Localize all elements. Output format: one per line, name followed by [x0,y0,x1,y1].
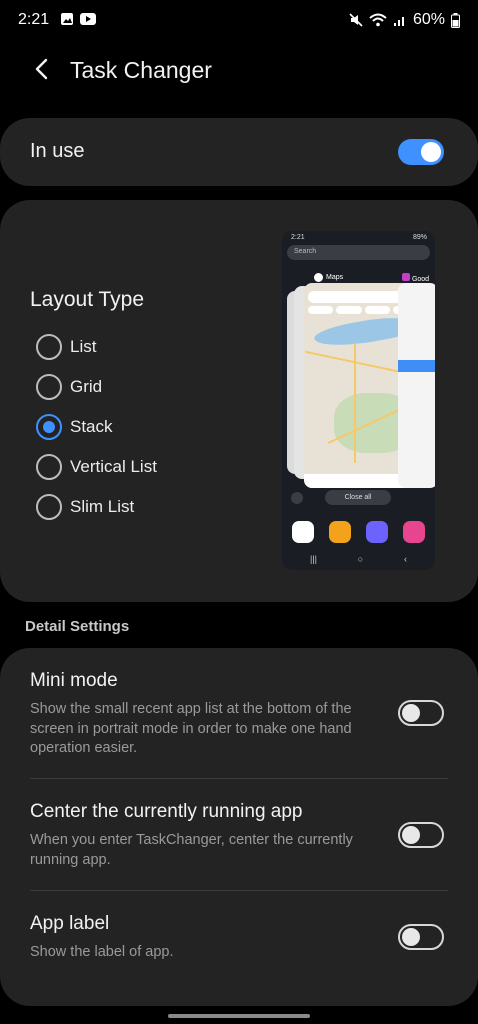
back-arrow-icon [35,58,48,80]
preview-battery: 89% [412,234,427,241]
maps-app-icon [292,521,314,543]
home-indicator[interactable] [168,1014,310,1018]
status-time: 2:21 [18,11,50,28]
preview-app-dock [292,521,425,543]
setting-title: Mini mode [30,670,118,691]
in-use-label: In use [30,140,85,162]
messages-app-icon [329,521,351,543]
layout-option-label: Grid [70,377,103,396]
detail-settings-card: Mini mode Show the small recent app list… [0,648,478,1006]
back-icon: ‹ [403,554,407,564]
mini-mode-toggle[interactable] [398,700,444,726]
radio-slim-list[interactable] [36,494,62,520]
radio-grid[interactable] [36,374,62,400]
layout-option-list[interactable]: List [36,327,157,367]
app-header: Task Changer [0,48,478,92]
layout-options: List Grid Stack Vertical List Slim List [36,327,157,527]
radio-stack[interactable] [36,414,62,440]
setting-description: Show the label of app. [30,944,174,960]
home-icon: ○ [357,554,364,564]
layout-option-label: List [70,337,97,356]
mute-icon [349,13,363,27]
preview-search-text: Search [294,248,317,255]
preview-right-card [398,283,435,488]
layout-option-label: Slim List [70,497,135,516]
layout-option-label: Vertical List [70,457,157,476]
battery-icon [451,12,460,28]
layout-type-card: Layout Type List Grid Stack Vertical Lis… [0,200,478,602]
preview-search-bar: Search [287,245,430,260]
battery-percent: 60% [412,11,445,28]
divider [30,778,448,779]
preview-time: 2:21 [291,234,305,241]
preview-close-all: Close all [325,490,391,505]
app-label-toggle[interactable] [398,924,444,950]
layout-type-title: Layout Type [30,288,145,311]
setting-description: Show the small recent app list at the bo… [30,701,352,756]
store-app-icon [403,521,425,543]
layout-option-stack[interactable]: Stack [36,407,157,447]
setting-description: When you enter TaskChanger, center the c… [30,832,353,868]
internet-app-icon [366,521,388,543]
maps-icon [314,273,323,282]
preview-maps-label: Maps [314,273,343,282]
recents-icon: ||| [310,554,318,564]
center-running-app-toggle[interactable] [398,822,444,848]
youtube-icon [80,13,96,25]
divider [30,890,448,891]
detail-settings-label: Detail Settings [25,618,130,635]
setting-title: Center the currently running app [30,801,303,822]
page-title: Task Changer [70,57,212,83]
app-icon [402,273,410,281]
wifi-icon [369,13,387,27]
signal-icon [393,17,404,26]
layout-option-slim-list[interactable]: Slim List [36,487,157,527]
setting-app-label[interactable]: App label Show the label of app. [30,913,450,963]
in-use-toggle[interactable] [398,139,444,165]
status-bar: 2:21 60% [0,0,478,40]
setting-center-running-app[interactable]: Center the currently running app When yo… [30,801,450,870]
preview-grid-icon [291,492,303,504]
setting-mini-mode[interactable]: Mini mode Show the small recent app list… [30,670,450,759]
back-button[interactable] [26,54,56,84]
layout-option-grid[interactable]: Grid [36,367,157,407]
radio-list[interactable] [36,334,62,360]
in-use-card[interactable]: In use [0,118,478,186]
setting-title: App label [30,913,110,934]
gallery-icon [61,13,73,25]
radio-vertical-list[interactable] [36,454,62,480]
layout-option-label: Stack [70,417,113,436]
preview-nav-bar: ||| ○ ‹ [310,554,407,564]
layout-preview: 2:21 89% Search Maps Good Lo Close all [282,231,435,570]
layout-option-vertical-list[interactable]: Vertical List [36,447,157,487]
